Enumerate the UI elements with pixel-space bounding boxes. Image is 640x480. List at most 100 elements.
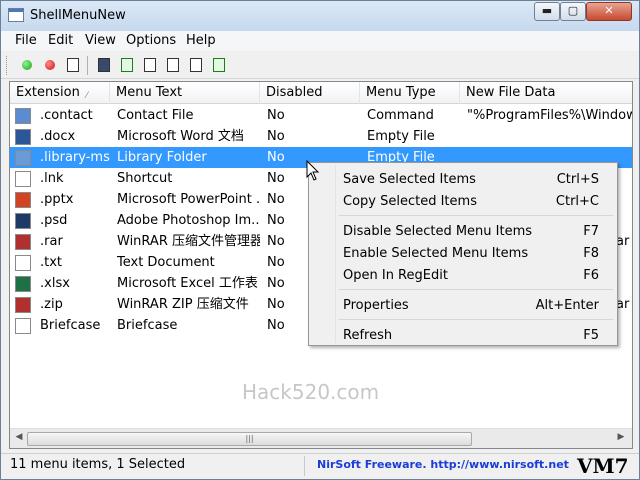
menu-help[interactable]: Help xyxy=(186,33,216,48)
context-menu-item[interactable]: Open In RegEdit F6 xyxy=(343,265,613,285)
menu-options[interactable]: Options xyxy=(126,33,176,48)
file-type-icon xyxy=(15,150,31,166)
save-icon[interactable] xyxy=(95,56,113,74)
cell-menu-text: Microsoft PowerPoint ... xyxy=(117,192,260,207)
context-menu-item[interactable]: Save Selected Items Ctrl+S xyxy=(343,169,613,189)
refresh-icon[interactable] xyxy=(118,56,136,74)
file-type-icon xyxy=(15,234,31,250)
file-type-icon xyxy=(15,213,31,229)
context-menu-gutter xyxy=(335,165,336,343)
cell-menu-type: Empty File xyxy=(367,129,435,144)
cell-extension: .rar xyxy=(40,234,63,249)
cell-extension: Briefcase xyxy=(40,318,101,333)
app-icon xyxy=(8,8,24,22)
exit-icon[interactable] xyxy=(210,56,228,74)
title-bar[interactable]: ShellMenuNew ▬ ▢ ✕ xyxy=(1,1,639,31)
enable-green-icon[interactable] xyxy=(18,56,36,74)
context-menu-shortcut: Ctrl+S xyxy=(556,172,599,187)
minimize-button[interactable]: ▬ xyxy=(534,2,560,21)
cell-extension: .xlsx xyxy=(40,276,70,291)
file-type-icon xyxy=(15,255,31,271)
cell-menu-text: Library Folder xyxy=(117,150,207,165)
cell-menu-text: Contact File xyxy=(117,108,194,123)
copy-icon[interactable] xyxy=(141,56,159,74)
html-report-icon[interactable] xyxy=(164,56,182,74)
context-menu-shortcut: F7 xyxy=(583,224,599,239)
context-menu-shortcut: Ctrl+C xyxy=(555,194,599,209)
status-item-count: 11 menu items, 1 Selected xyxy=(10,457,186,472)
find-icon[interactable] xyxy=(187,56,205,74)
context-menu-item[interactable]: Properties Alt+Enter xyxy=(343,295,613,315)
cell-new-file-data: ar xyxy=(616,297,630,312)
status-bar: 11 menu items, 1 Selected NirSoft Freewa… xyxy=(1,453,639,479)
nirsoft-link[interactable]: NirSoft Freeware. http://www.nirsoft.net xyxy=(317,458,569,471)
cell-extension: .zip xyxy=(40,297,63,312)
cell-menu-text: WinRAR 压缩文件管理器 xyxy=(117,234,260,249)
properties-icon[interactable] xyxy=(64,56,82,74)
maximize-button[interactable]: ▢ xyxy=(560,2,586,21)
context-menu-shortcut: F5 xyxy=(583,328,599,343)
context-menu-item[interactable]: Disable Selected Menu Items F7 xyxy=(343,221,613,241)
file-type-icon xyxy=(15,171,31,187)
cell-menu-text: Briefcase xyxy=(117,318,178,333)
cell-extension: .psd xyxy=(40,213,68,228)
watermark: Hack520.com xyxy=(242,380,380,404)
disable-red-icon[interactable] xyxy=(41,56,59,74)
close-button[interactable]: ✕ xyxy=(586,2,632,21)
cell-extension: .lnk xyxy=(40,171,64,186)
sort-ascending-icon: ⁄ xyxy=(86,91,88,101)
cell-menu-text: Microsoft Word 文档 xyxy=(117,129,244,144)
context-menu-item[interactable]: Refresh F5 xyxy=(343,325,613,345)
context-menu-separator xyxy=(339,319,613,320)
vm-badge: VM7 xyxy=(577,454,629,478)
toolbar-separator xyxy=(87,56,88,75)
cell-extension: .contact xyxy=(40,108,93,123)
col-menu-text[interactable]: Menu Text xyxy=(110,82,260,104)
horizontal-scrollbar[interactable]: ◀ ||| ▶ xyxy=(10,428,632,448)
context-menu-item[interactable]: Enable Selected Menu Items F8 xyxy=(343,243,613,263)
scroll-right-icon[interactable]: ▶ xyxy=(614,432,628,446)
cell-menu-text: Adobe Photoshop Im... xyxy=(117,213,260,228)
context-menu-label: Open In RegEdit xyxy=(343,268,448,283)
mouse-cursor-icon xyxy=(306,160,320,181)
file-type-icon xyxy=(15,276,31,292)
list-header: Extension ⁄ Menu Text Disabled Menu Type… xyxy=(10,82,632,104)
file-type-icon xyxy=(15,318,31,334)
scroll-thumb[interactable]: ||| xyxy=(27,432,472,446)
context-menu-separator xyxy=(339,215,613,216)
col-disabled[interactable]: Disabled xyxy=(260,82,360,104)
cell-extension: .pptx xyxy=(40,192,74,207)
col-menu-type[interactable]: Menu Type xyxy=(360,82,460,104)
col-new-file-data[interactable]: New File Data xyxy=(460,82,632,104)
cell-menu-text: Text Document xyxy=(117,255,215,270)
file-type-icon xyxy=(15,192,31,208)
cell-menu-text: Microsoft Excel 工作表 xyxy=(117,276,258,291)
cell-extension: .docx xyxy=(40,129,76,144)
context-menu: Save Selected Items Ctrl+S Copy Selected I… xyxy=(308,162,618,346)
cell-menu-type: Command xyxy=(367,108,434,123)
cell-new-file-data: ar xyxy=(616,234,630,249)
cell-menu-text: WinRAR ZIP 压缩文件 xyxy=(117,297,249,312)
table-row[interactable]: .docx Microsoft Word 文档 No Empty File xyxy=(10,126,632,147)
status-separator xyxy=(304,456,305,476)
context-menu-label: Properties xyxy=(343,298,409,313)
context-menu-separator xyxy=(339,289,613,290)
col-extension[interactable]: Extension ⁄ xyxy=(10,82,110,104)
cell-extension: .txt xyxy=(40,255,63,270)
file-type-icon xyxy=(15,108,31,124)
app-window: ShellMenuNew ▬ ▢ ✕ File Edit View Option… xyxy=(0,0,640,480)
context-menu-label: Disable Selected Menu Items xyxy=(343,224,533,239)
scroll-left-icon[interactable]: ◀ xyxy=(12,432,26,446)
file-type-icon xyxy=(15,297,31,313)
context-menu-label: Refresh xyxy=(343,328,393,343)
context-menu-shortcut: F8 xyxy=(583,246,599,261)
cell-disabled: No xyxy=(267,108,285,123)
menu-file[interactable]: File xyxy=(15,33,37,48)
context-menu-shortcut: F6 xyxy=(583,268,599,283)
context-menu-item[interactable]: Copy Selected Items Ctrl+C xyxy=(343,191,613,211)
menu-view[interactable]: View xyxy=(85,33,116,48)
toolbar-grip[interactable] xyxy=(6,56,9,75)
window-title: ShellMenuNew xyxy=(30,8,126,23)
menu-edit[interactable]: Edit xyxy=(48,33,73,48)
table-row[interactable]: .contact Contact File No Command "%ProgramFi… xyxy=(10,105,632,126)
